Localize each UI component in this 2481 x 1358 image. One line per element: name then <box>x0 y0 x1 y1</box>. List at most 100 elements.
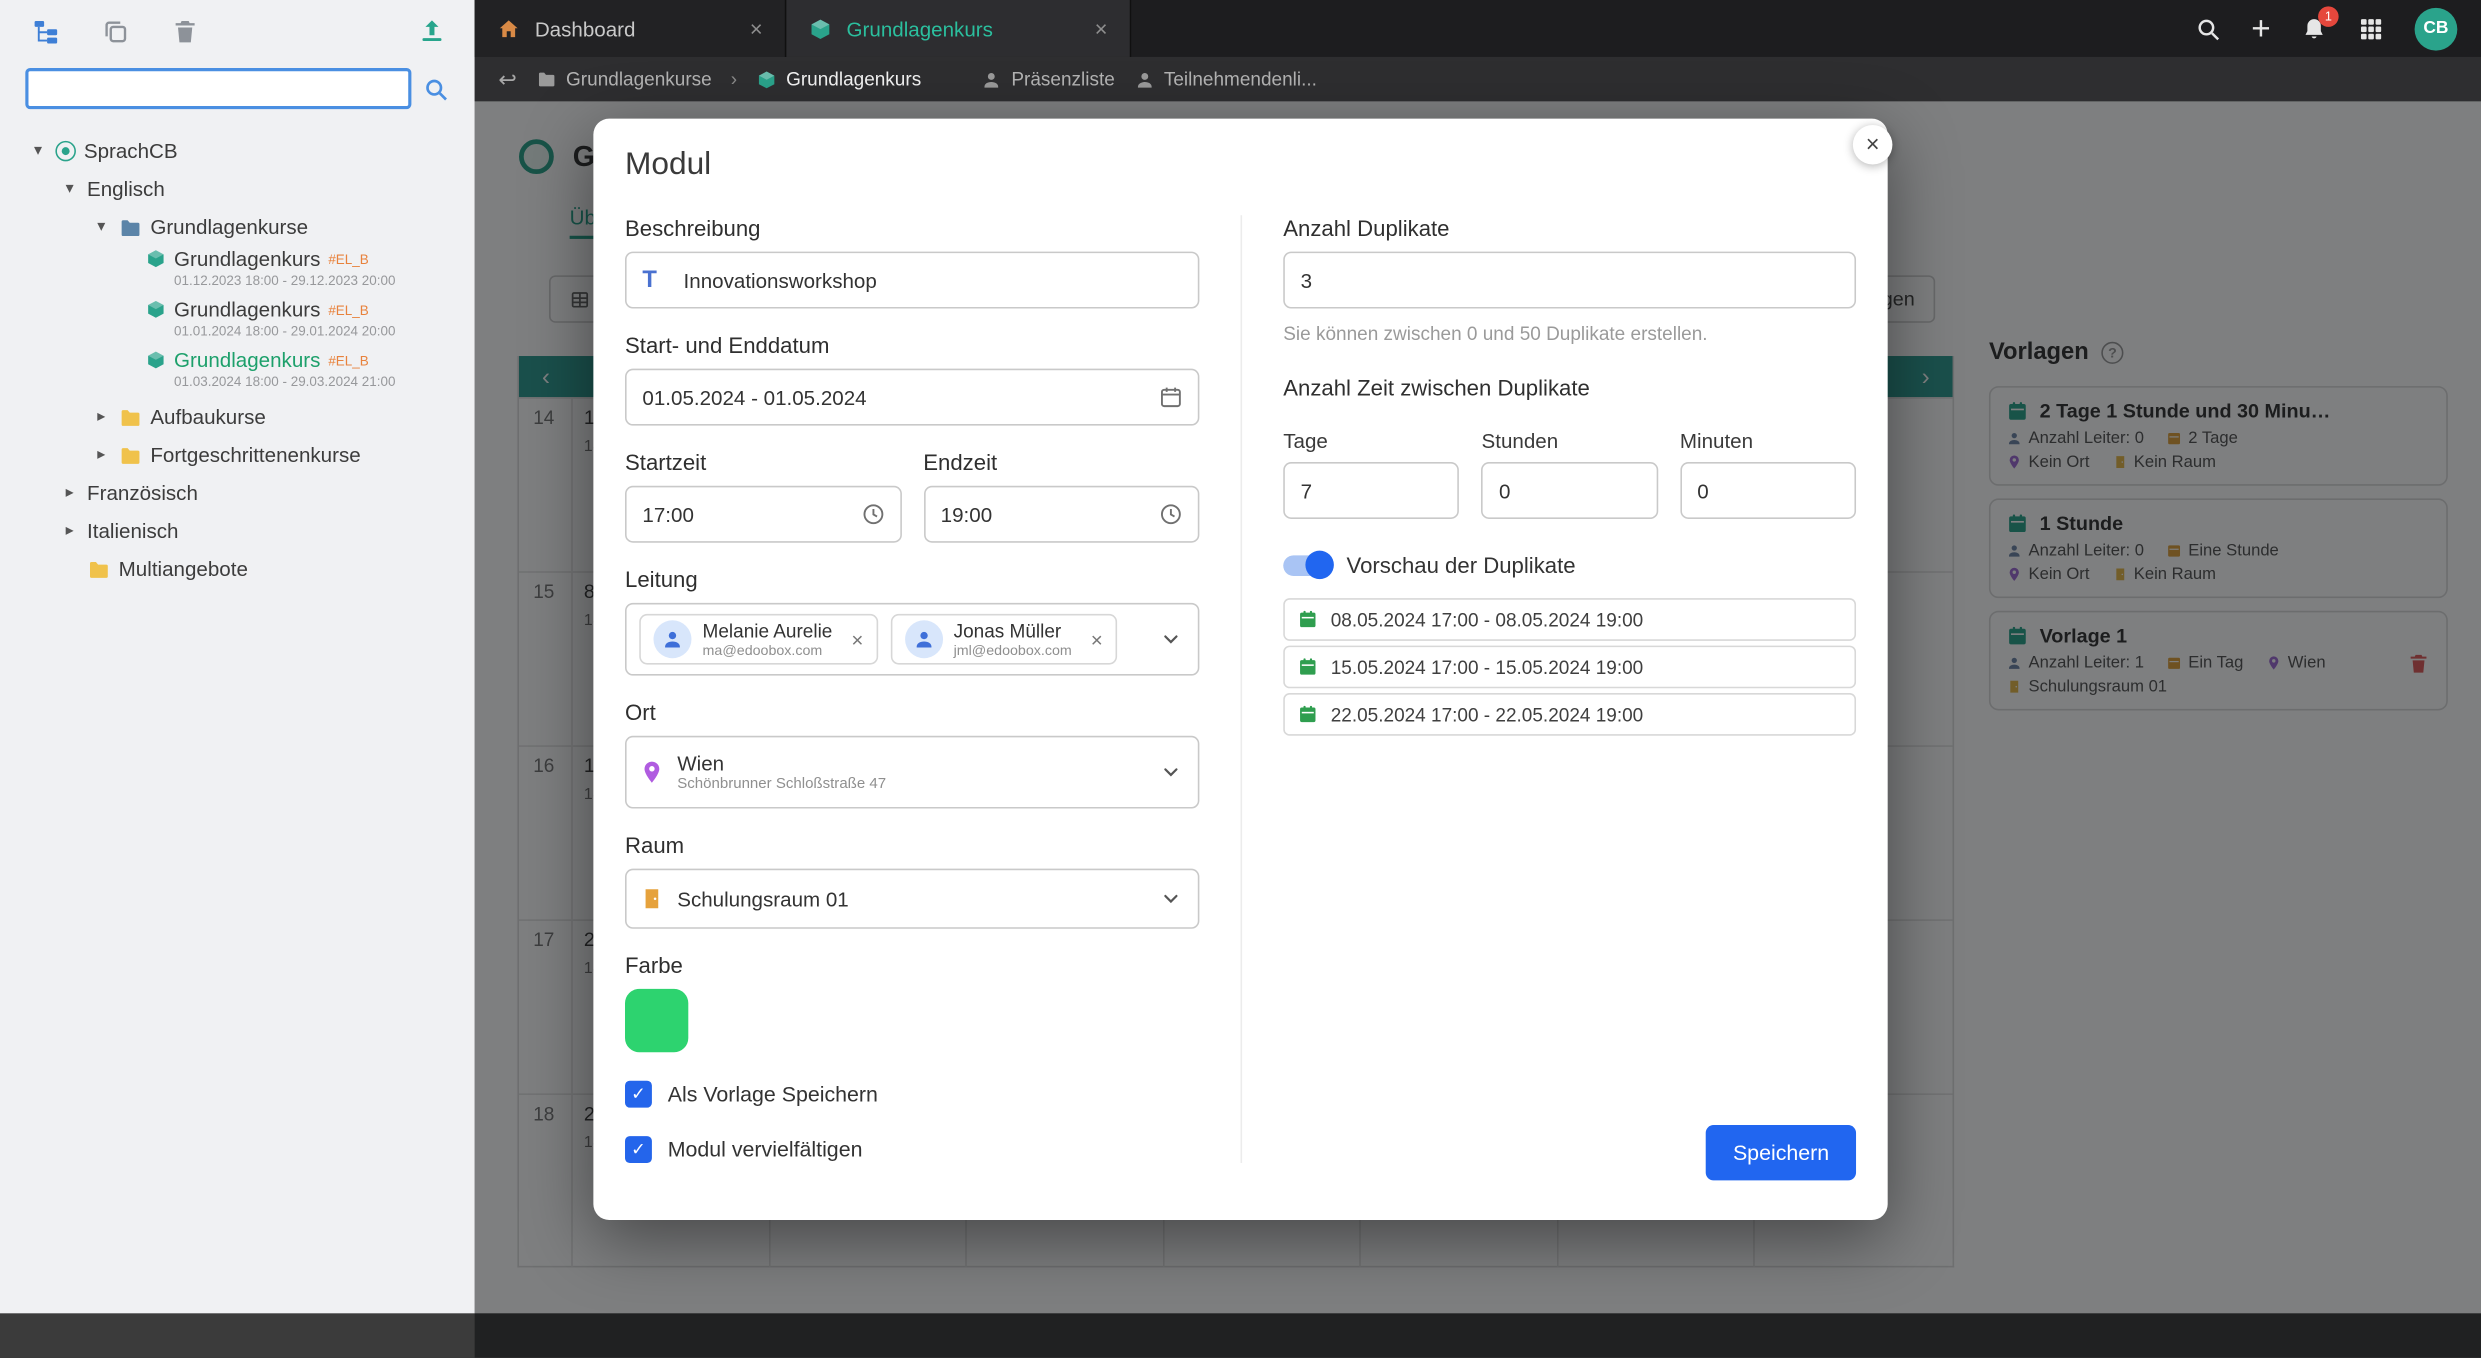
tree-item-course-selected[interactable]: Grundlagenkurs #EL_B 01.03.2024 18:00 - … <box>0 347 475 390</box>
tab-dashboard[interactable]: Dashboard <box>475 0 787 57</box>
tree-item-englisch[interactable]: Englisch <box>0 169 475 207</box>
duplikat-item[interactable]: 22.05.2024 17:00 - 22.05.2024 19:00 <box>1283 693 1856 736</box>
sidebar: SprachCB Englisch Grundlagenkurse Grundl <box>0 0 475 1313</box>
modul-dialog: Modul Beschreibung Start- und Enddatum <box>593 119 1887 1220</box>
person-icon <box>1134 69 1155 90</box>
tree-label: SprachCB <box>84 138 178 162</box>
close-tab-icon[interactable] <box>731 16 763 41</box>
copy-icon[interactable] <box>101 17 129 45</box>
breadcrumb-grundlagenkurse[interactable]: Grundlagenkurse <box>536 68 712 90</box>
toggle-on[interactable] <box>1283 555 1330 576</box>
tree-item-grundlagenkurse[interactable]: Grundlagenkurse <box>0 207 475 245</box>
folder-icon <box>119 406 143 427</box>
ort-label: Ort <box>625 699 1199 724</box>
leitung-select[interactable]: Melanie Aurelie ma@edoobox.com Jonas Mül… <box>625 603 1199 676</box>
search-icon[interactable] <box>2194 15 2221 42</box>
vervielfaeltigen-checkbox-row: Modul vervielfältigen <box>625 1136 1199 1163</box>
breadcrumb-grundlagenkurs[interactable]: Grundlagenkurs <box>756 68 921 90</box>
breadcrumb-teilnehmendenliste[interactable]: Teilnehmendenli... <box>1134 68 1317 90</box>
stunden-input[interactable] <box>1482 462 1658 519</box>
chevron-down-icon[interactable] <box>60 180 79 197</box>
close-tab-icon[interactable] <box>1076 16 1108 41</box>
anzahl-duplikate-input[interactable] <box>1283 252 1856 309</box>
back-icon[interactable] <box>498 66 517 93</box>
text-format-icon <box>642 267 657 294</box>
tree-item-italienisch[interactable]: Italienisch <box>0 511 475 549</box>
user-avatar[interactable]: CB <box>2415 7 2458 50</box>
calendar-icon <box>1297 657 1318 678</box>
add-icon[interactable] <box>2251 15 2270 42</box>
datum-field <box>625 369 1199 426</box>
tree-item-course[interactable]: Grundlagenkurs #EL_B 01.01.2024 18:00 - … <box>0 296 475 339</box>
folder-icon <box>119 216 143 237</box>
folder-icon <box>119 444 143 465</box>
upload-icon[interactable] <box>418 17 446 45</box>
chevron-right-icon[interactable] <box>60 521 79 538</box>
chevron-right-icon[interactable] <box>60 483 79 500</box>
search-icon[interactable] <box>422 75 449 102</box>
trash-icon[interactable] <box>171 17 199 45</box>
vorlage-checkbox-row: Als Vorlage Speichern <box>625 1081 1199 1108</box>
chevron-down-icon[interactable] <box>1160 761 1182 783</box>
raum-select[interactable]: Schulungsraum 01 <box>625 869 1199 929</box>
course-dates: 01.01.2024 18:00 - 29.01.2024 20:00 <box>146 323 475 339</box>
user-avatar-icon <box>905 620 943 658</box>
dialog-title: Modul <box>625 147 1856 183</box>
tree-item-root[interactable]: SprachCB <box>0 131 475 169</box>
clock-icon[interactable] <box>1158 502 1183 527</box>
datum-input[interactable] <box>625 369 1199 426</box>
leitung-label: Leitung <box>625 566 1199 591</box>
checkbox-checked[interactable] <box>625 1136 652 1163</box>
notification-badge: 1 <box>2318 6 2339 27</box>
room-icon <box>639 886 664 911</box>
close-icon[interactable] <box>1853 125 1893 165</box>
tree-view-icon[interactable] <box>32 17 60 45</box>
color-swatch[interactable] <box>625 989 688 1052</box>
course-cube-icon <box>146 299 167 320</box>
notifications-bell-icon[interactable]: 1 <box>2301 15 2328 42</box>
course-cube-icon <box>756 69 777 90</box>
modal-right-column: Anzahl Duplikate Sie können zwischen 0 u… <box>1241 215 1857 1163</box>
sidebar-search-input[interactable] <box>25 68 411 109</box>
remove-chip-icon[interactable] <box>1091 627 1103 651</box>
course-dates: 01.03.2024 18:00 - 29.03.2024 21:00 <box>146 373 475 389</box>
folder-icon <box>87 558 111 579</box>
duplikat-item[interactable]: 15.05.2024 17:00 - 15.05.2024 19:00 <box>1283 646 1856 689</box>
breadcrumb-praesenzliste[interactable]: Präsenzliste <box>981 68 1115 90</box>
endzeit-label: Endzeit <box>923 449 1199 474</box>
calendar-icon[interactable] <box>1158 384 1183 409</box>
beschreibung-input[interactable] <box>625 252 1199 309</box>
tage-input[interactable] <box>1283 462 1459 519</box>
endzeit-field <box>923 486 1199 543</box>
tree-item-fortgeschrittenenkurse[interactable]: Fortgeschrittenenkurse <box>0 435 475 473</box>
course-code-badge: #EL_B <box>328 251 368 267</box>
checkbox-checked[interactable] <box>625 1081 652 1108</box>
chevron-down-icon[interactable] <box>92 218 111 235</box>
tree-item-multiangebote[interactable]: Multiangebote <box>0 549 475 587</box>
tab-grundlagenkurs[interactable]: Grundlagenkurs <box>786 0 1131 57</box>
remove-chip-icon[interactable] <box>851 627 863 651</box>
beschreibung-label: Beschreibung <box>625 215 1199 240</box>
tree-item-franzoesisch[interactable]: Französisch <box>0 473 475 511</box>
sidebar-toolbar <box>0 0 475 59</box>
course-code-badge: #EL_B <box>328 301 368 317</box>
calendar-icon <box>1297 609 1318 630</box>
sidebar-search <box>0 59 475 113</box>
chevron-right-icon[interactable] <box>92 407 111 424</box>
duplikat-item[interactable]: 08.05.2024 17:00 - 08.05.2024 19:00 <box>1283 598 1856 641</box>
ort-select[interactable]: Wien Schönbrunner Schloßstraße 47 <box>625 736 1199 809</box>
chevron-down-icon[interactable] <box>28 142 47 159</box>
stunden-label: Stunden <box>1482 429 1658 453</box>
chevron-down-icon[interactable] <box>1160 628 1182 650</box>
clock-icon[interactable] <box>860 502 885 527</box>
save-button[interactable]: Speichern <box>1706 1125 1856 1180</box>
chevron-down-icon[interactable] <box>1160 888 1182 910</box>
tree-label: Italienisch <box>87 518 178 542</box>
anzahl-label: Anzahl Duplikate <box>1283 215 1856 240</box>
apps-grid-icon[interactable] <box>2358 15 2385 42</box>
tree-item-course[interactable]: Grundlagenkurs #EL_B 01.12.2023 18:00 - … <box>0 245 475 288</box>
minuten-input[interactable] <box>1680 462 1856 519</box>
breadcrumb-separator <box>731 68 737 90</box>
tree-item-aufbaukurse[interactable]: Aufbaukurse <box>0 397 475 435</box>
chevron-right-icon[interactable] <box>92 445 111 462</box>
